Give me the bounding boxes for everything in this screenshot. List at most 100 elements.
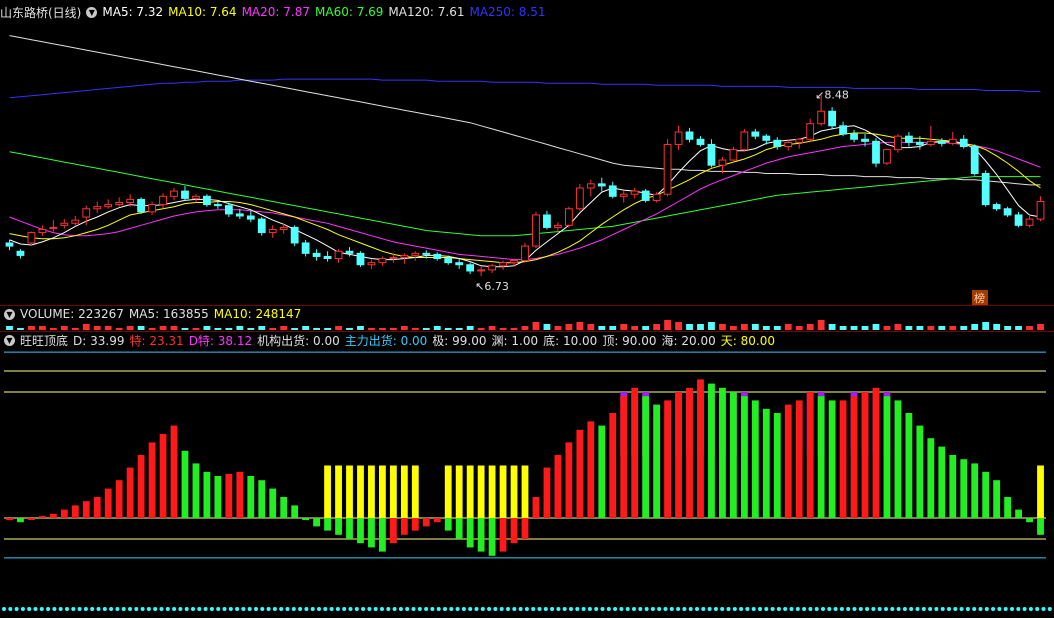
volume-bar [455,328,463,330]
volume-bar [346,328,353,330]
candle[interactable] [27,231,36,246]
candle[interactable] [883,148,891,166]
candle[interactable] [455,258,464,269]
candle[interactable] [181,185,189,201]
candle[interactable] [674,125,683,150]
candle[interactable] [93,201,102,213]
volume-bar [938,326,946,330]
candle[interactable] [192,194,200,203]
candle[interactable] [488,263,496,274]
candle[interactable] [597,177,606,192]
candle[interactable] [926,125,935,147]
low-price-label: ↖6.73 [475,280,509,293]
border-dot [235,607,240,611]
candle[interactable] [872,138,880,168]
candle[interactable] [707,139,716,168]
candle[interactable] [323,251,332,262]
candle[interactable] [148,201,156,215]
border-dot [739,607,744,611]
candle[interactable] [356,251,365,267]
candle[interactable] [290,225,299,247]
candle[interactable] [543,210,551,230]
candle[interactable] [49,220,58,232]
candle[interactable] [60,219,69,229]
candle[interactable] [334,249,343,263]
bottom-zone-bar [477,465,485,518]
volume-bar [609,326,617,330]
candle[interactable] [268,225,277,238]
candle[interactable] [301,239,310,257]
border-dot [291,607,296,611]
candle[interactable] [38,225,47,236]
candle[interactable] [575,183,584,211]
candle[interactable] [619,191,628,203]
candle[interactable] [279,223,288,234]
candle[interactable] [367,259,376,269]
candle[interactable] [839,121,847,137]
candle[interactable] [729,146,738,164]
candle[interactable] [850,129,858,143]
candle[interactable] [170,188,178,201]
candle[interactable] [1036,196,1045,222]
candle[interactable] [378,256,387,266]
candle[interactable] [246,210,255,223]
volume-bar [587,324,595,330]
candle[interactable] [312,249,321,261]
candle[interactable] [970,144,979,176]
candle[interactable] [5,239,14,251]
candle[interactable] [532,211,540,249]
ma250-line [9,78,1041,99]
candle[interactable] [981,170,990,207]
candle[interactable] [937,138,946,147]
border-dot [537,607,542,611]
candle[interactable] [1014,211,1023,228]
candle[interactable] [16,249,25,259]
candle[interactable] [586,179,595,197]
chart-canvas[interactable]: ↙8.48 ↖6.73 榜 [0,0,1054,618]
bottom-zone-bar [521,465,529,518]
list-badge[interactable]: 榜 [972,290,988,305]
candle[interactable] [608,181,617,199]
border-dot [657,607,662,611]
volume-bar [916,326,924,330]
candle[interactable] [806,118,815,143]
candle[interactable] [137,197,146,214]
candle[interactable] [685,127,694,143]
candle[interactable] [992,202,1001,211]
border-dot [764,607,769,611]
candle[interactable] [1003,206,1012,218]
candle[interactable] [115,197,124,207]
candle[interactable] [257,217,266,236]
volume-bar [488,326,496,330]
candle[interactable] [751,128,760,140]
candle[interactable] [630,188,639,199]
border-dot [27,607,32,611]
candle[interactable] [894,134,902,153]
candle[interactable] [411,251,420,261]
candle[interactable] [466,262,475,275]
candle[interactable] [773,137,782,150]
border-dot [871,607,876,611]
candle[interactable] [828,107,837,129]
indicator-bar [960,459,968,518]
candle[interactable] [477,266,486,277]
candle[interactable] [521,242,529,263]
volume-bar [71,328,79,330]
candle[interactable] [663,139,672,197]
candle[interactable] [1025,214,1034,228]
candle[interactable] [203,194,211,207]
candle[interactable] [959,135,968,149]
candle[interactable] [696,136,705,147]
candle[interactable] [641,189,650,203]
border-dot [109,607,114,611]
indicator-panel [4,351,1046,559]
candle[interactable] [948,132,957,146]
candle[interactable] [904,132,913,147]
candle[interactable] [564,206,573,228]
volume-bar [993,324,1001,330]
candle[interactable] [740,128,749,152]
candle[interactable] [159,193,167,209]
border-dot [802,607,807,611]
candle[interactable] [104,199,113,209]
candle[interactable] [433,252,442,261]
